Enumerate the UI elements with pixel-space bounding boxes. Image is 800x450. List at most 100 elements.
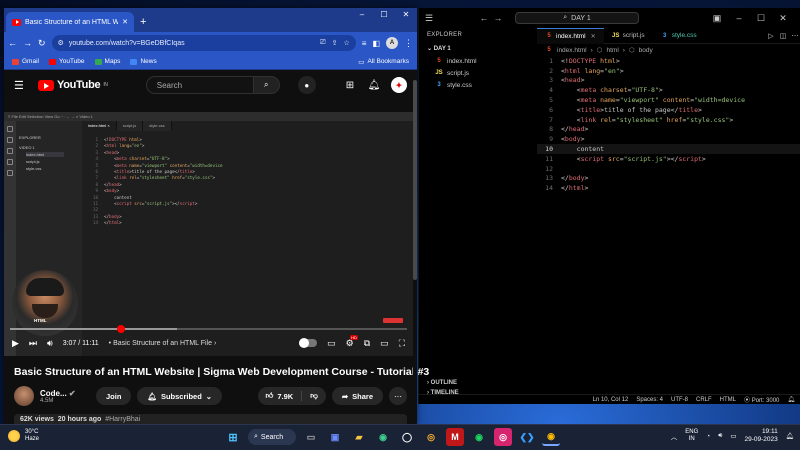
file-script-js[interactable]: JS script.js [419,67,537,79]
captions-icon[interactable]: ▭ [327,338,336,349]
code-line[interactable]: 11 < script src = "script.js" ></script > [537,154,800,164]
voice-search-button[interactable]: ● [297,76,316,94]
status-live-server[interactable]: ⦿ Port: 3000 [744,395,779,404]
media-control-icon[interactable]: ≡ [362,39,367,48]
code-line[interactable]: 3 < head > [537,76,800,86]
maximize-button[interactable]: ☐ [373,10,395,19]
play-icon[interactable]: ▶ [12,338,19,349]
more-actions-button[interactable]: ⋯ [389,387,407,405]
channel-name[interactable]: Code... ✔ [40,389,90,398]
next-icon[interactable]: ⏭ [29,338,37,349]
minimize-button[interactable]: – [728,13,750,23]
code-line[interactable]: 1 <! DOCTYPE html > [537,56,800,66]
youtube-logo[interactable]: YouTube IN [38,79,108,91]
bookmark-news[interactable]: News [130,58,157,65]
volume-icon[interactable]: 🔊︎ [47,338,53,349]
language-indicator[interactable]: ENG IN [685,429,698,443]
page-scrollbar[interactable] [413,70,417,424]
tab-index-html[interactable]: 5 index.html ✕ [537,27,604,44]
search-button[interactable]: ⌕ [253,76,280,94]
close-button[interactable]: ✕ [772,13,794,24]
status-language[interactable]: HTML [720,397,736,403]
install-app-icon[interactable]: ⎚ [320,39,326,47]
code-line[interactable]: 12 [537,164,800,174]
vscode-icon[interactable]: ❮❯ [518,428,536,446]
chapter-title[interactable]: • Basic Structure of an HTML File › [109,340,217,347]
command-center-search[interactable]: ⌕ DAY 1 [515,12,639,24]
tab-script-js[interactable]: JS script.js [604,28,653,44]
breadcrumb-item[interactable]: index.html [557,47,587,54]
browser-tab[interactable]: Basic Structure of an HTML Website ✕ [6,12,134,32]
dislike-button[interactable]: 👎︎ [302,391,326,401]
code-line[interactable]: 7 < link rel = "stylesheet" href = "style.css… [537,115,800,125]
menu-icon[interactable]: ☰ [425,13,437,24]
bell-icon[interactable]: 🔔︎ [787,396,795,403]
subscribed-button[interactable]: 🔔︎ Subscribed ⌄ [137,387,223,405]
taskbar-search[interactable]: ⌕ Search [248,429,296,445]
profile-avatar[interactable]: A [386,37,398,49]
windows-start-icon[interactable]: ⊞ [224,428,242,446]
notification-bell-icon[interactable]: 🔔︎ [786,432,794,440]
all-bookmarks[interactable]: ▭ All Bookmarks [358,58,409,66]
forward-arrow-icon[interactable]: → [491,13,505,23]
code-line[interactable]: 8 </head > [537,125,800,135]
close-tab-icon[interactable]: ✕ [591,33,596,40]
outline-section[interactable]: › OUTLINE [427,380,457,386]
back-arrow-icon[interactable]: ← [477,13,491,23]
notifications-bell-icon[interactable]: 🔔︎ [367,80,381,91]
code-line[interactable]: 2 < html lang = "en" > [537,66,800,76]
code-line[interactable]: 13 </body > [537,174,800,184]
scrollbar-thumb[interactable] [413,80,417,280]
breadcrumb-item[interactable]: html [606,47,618,54]
chevron-up-icon[interactable]: ︿ [671,431,678,441]
code-line[interactable]: 9 < body > [537,134,800,144]
share-icon[interactable]: ⇪ [332,39,338,47]
side-panel-icon[interactable]: ◧ [372,39,380,48]
status-encoding[interactable]: UTF-8 [671,397,688,403]
speaker-icon[interactable]: 🔊︎ [718,432,722,440]
chrome-icon[interactable]: ◉ [542,428,560,446]
site-info-icon[interactable]: ⚙︎ [58,39,64,47]
video-player[interactable]: ≡ File Edit Selection View Go ··· ← → ⌕ … [4,112,413,356]
channel-avatar[interactable] [14,386,34,406]
app-icon[interactable]: ◎ [422,428,440,446]
breadcrumb-item[interactable]: body [639,47,653,54]
kebab-menu-icon[interactable]: ⋮ [404,38,413,49]
new-tab-button[interactable]: + [140,16,146,28]
status-eol[interactable]: CRLF [696,397,712,403]
wifi-icon[interactable]: ◔ [706,433,710,440]
folder-day1[interactable]: ⌄ DAY 1 [419,42,537,55]
hamburger-menu-icon[interactable]: ☰ [14,79,28,92]
settings-gear-icon[interactable]: ⚙︎ [346,334,358,349]
maximize-button[interactable]: ☐ [750,13,772,24]
code-line[interactable]: 6 < title > title of the page </title > [537,105,800,115]
code-editor[interactable]: 1 <! DOCTYPE html >2 < html lang = "en" >3 < head >… [537,56,800,193]
run-icon[interactable]: ▷ [765,32,777,40]
more-actions-icon[interactable]: ⋯ [789,32,800,40]
file-index-html[interactable]: 5 index.html [419,55,537,67]
code-line[interactable]: 5 < meta name = "viewport" content = "width=d… [537,95,800,105]
share-button[interactable]: ➦ Share [331,387,383,405]
miniplayer-icon[interactable]: ⧉ [364,338,370,349]
code-line[interactable]: 4 < meta charset = "UTF-8" > [537,85,800,95]
spotify-icon[interactable]: ◉ [470,428,488,446]
fullscreen-icon[interactable]: ⛶ [399,338,405,349]
instagram-icon[interactable]: ◎ [494,428,512,446]
forward-arrow-icon[interactable]: → [23,38,32,48]
create-video-icon[interactable]: ⊞ [343,80,357,91]
address-bar[interactable]: ⚙︎ youtube.com/watch?v=BGeDBfCIqas ⎚ ⇪ ☆ [51,35,356,51]
file-explorer-icon[interactable]: ▭ [302,428,320,446]
mcafee-icon[interactable]: M [446,428,464,446]
code-line[interactable]: 10 content [537,144,800,154]
search-input[interactable]: Search [145,76,254,94]
theater-mode-icon[interactable]: ▭ [380,338,389,349]
edge-icon[interactable]: ◉ [374,428,392,446]
reload-icon[interactable]: ↻ [38,38,46,49]
close-button[interactable]: ✕ [395,10,417,19]
file-style-css[interactable]: 3 style.css [419,79,537,91]
bookmark-youtube[interactable]: YouTube [48,58,85,65]
battery-icon[interactable]: ▭ [730,432,736,440]
code-line[interactable]: 14 </html > [537,183,800,193]
weather-widget[interactable]: 30°C Haze [8,429,39,443]
tab-style-css[interactable]: 3 style.css [653,28,705,44]
